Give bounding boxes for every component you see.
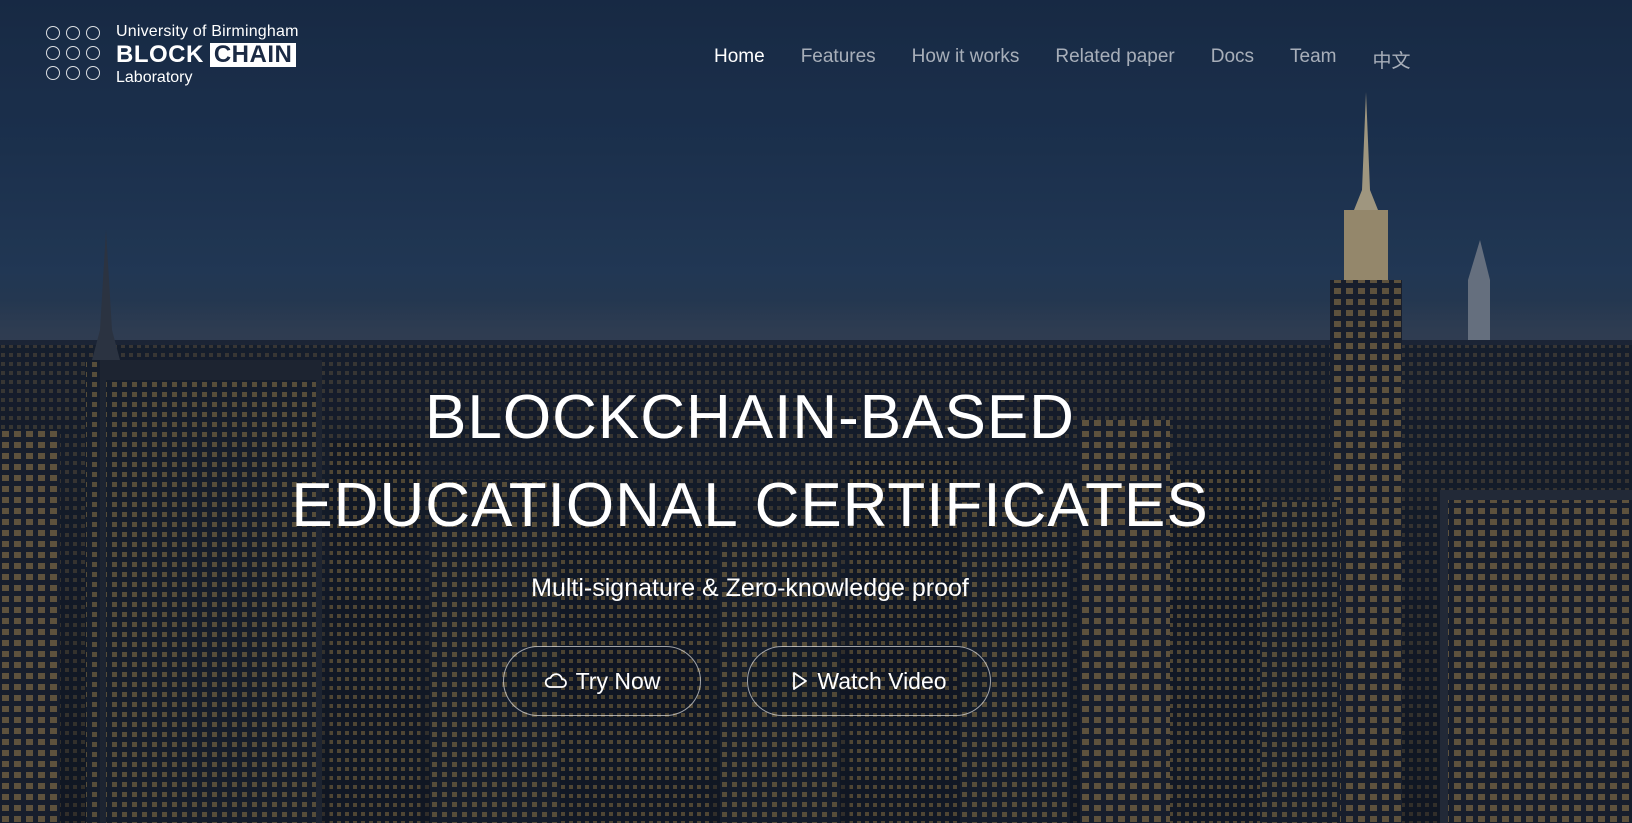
logo-text: University of Birmingham BLOCK CHAIN Lab…: [116, 24, 299, 86]
main-nav: Home Features How it works Related paper…: [714, 46, 1447, 73]
nav-language-chinese[interactable]: 中文: [1373, 46, 1411, 73]
lab-logo[interactable]: University of Birmingham BLOCK CHAIN Lab…: [46, 24, 299, 86]
nav-docs[interactable]: Docs: [1211, 46, 1254, 73]
nav-how-it-works[interactable]: How it works: [912, 46, 1020, 73]
logo-dots-icon: [46, 26, 100, 80]
hero-subtitle: Multi-signature & Zero-knowledge proof: [531, 574, 969, 602]
nav-features[interactable]: Features: [801, 46, 876, 73]
try-now-label: Try Now: [575, 667, 661, 694]
watch-video-button[interactable]: Watch Video: [747, 646, 991, 716]
headline-line-2: EDUCATIONAL CERTIFICATES: [291, 471, 1209, 540]
logo-university: University of Birmingham: [116, 23, 299, 40]
try-now-button[interactable]: Try Now: [503, 646, 701, 716]
logo-chain: CHAIN: [209, 43, 297, 67]
nav-team[interactable]: Team: [1290, 46, 1336, 73]
play-icon: [791, 671, 809, 691]
nav-related-paper[interactable]: Related paper: [1055, 46, 1174, 73]
cloud-icon: [544, 671, 568, 691]
logo-laboratory: Laboratory: [116, 69, 193, 86]
nav-home[interactable]: Home: [714, 46, 765, 73]
logo-block: BLOCK: [116, 41, 204, 68]
hero-section: University of Birmingham BLOCK CHAIN Lab…: [0, 0, 1632, 823]
watch-video-label: Watch Video: [817, 667, 947, 694]
headline-line-1: BLOCKCHAIN-BASED: [425, 383, 1075, 452]
